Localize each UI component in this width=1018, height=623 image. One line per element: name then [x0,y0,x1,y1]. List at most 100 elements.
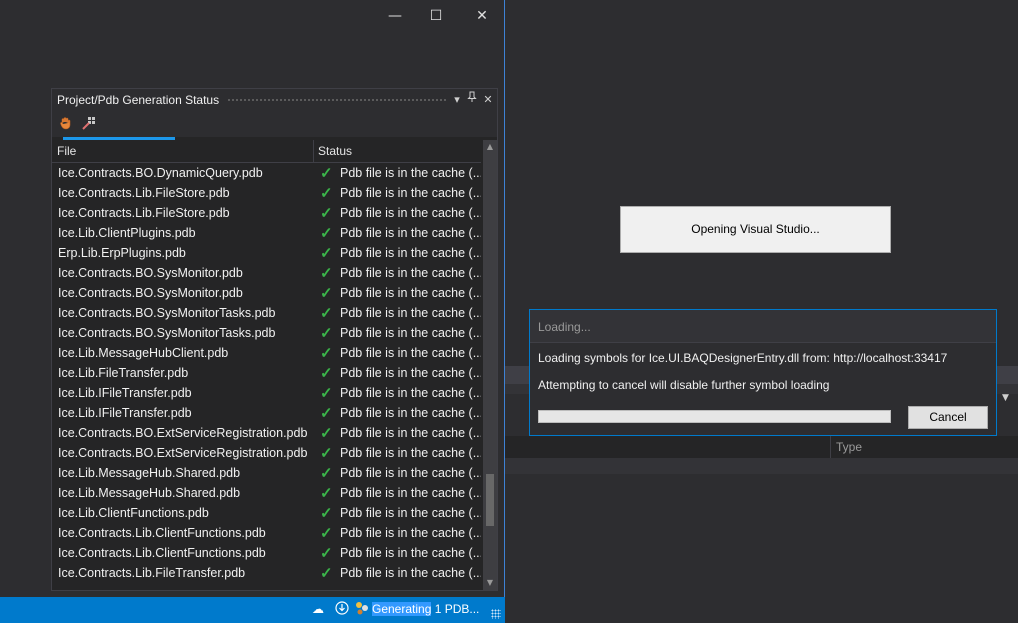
checkmark-icon: ✓ [320,465,333,482]
panel-close-icon[interactable]: ✕ [481,91,495,109]
loading-symbols-dialog: Loading... Loading symbols for Ice.UI.BA… [529,309,997,436]
background-dropdown-icon[interactable]: ▼ [1002,393,1009,403]
checkmark-icon: ✓ [320,185,333,202]
checkmark-icon: ✓ [320,505,333,522]
table-row[interactable]: Ice.Lib.ClientPlugins.pdb ✓ Pdb file is in… [52,223,481,243]
maximize-button[interactable]: ☐ [424,6,448,26]
table-row[interactable]: Ice.Lib.FileTransfer.pdb ✓ Pdb file is in … [52,363,481,383]
table-row[interactable]: Ice.Contracts.Lib.FileStore.pdb ✓ Pdb file… [52,183,481,203]
table-row[interactable]: Ice.Contracts.BO.SysMonitor.pdb ✓ Pdb file… [52,263,481,283]
panel-title: Project/Pdb Generation Status [57,93,220,107]
table-row[interactable]: Ice.Contracts.BO.ExtServiceRegistration.… [52,443,481,463]
file-name: Ice.Contracts.BO.SysMonitor.pdb [58,266,243,280]
table-row[interactable]: Ice.Lib.IFileTransfer.pdb ✓ Pdb file is in… [52,383,481,403]
pin-icon[interactable] [465,91,479,109]
status-text: Pdb file is in the cache (... [340,466,481,480]
table-row[interactable]: Ice.Lib.MessageHub.Shared.pdb ✓ Pdb file i… [52,483,481,503]
checkmark-icon: ✓ [320,265,333,282]
status-text: Pdb file is in the cache (... [340,366,481,380]
status-text: Pdb file is in the cache (... [340,486,481,500]
checkmark-icon: ✓ [320,445,333,462]
panel-drag-grip[interactable] [227,98,447,103]
checkmark-icon: ✓ [320,165,333,182]
panel-options-icon[interactable]: ▾ [450,91,464,109]
status-text: Pdb file is in the cache (... [340,546,481,560]
status-text: Pdb file is in the cache (... [340,406,481,420]
checkmark-icon: ✓ [320,525,333,542]
scroll-thumb[interactable] [486,474,494,526]
status-text: Pdb file is in the cache (... [340,266,481,280]
type-column-header: Type [836,440,863,454]
status-text: Pdb file is in the cache (... [340,206,481,220]
close-button[interactable]: ✕ [470,6,494,26]
loading-progress-bar [538,410,891,423]
status-text-rest: 1 PDB... [431,602,480,616]
checkmark-icon: ✓ [320,205,333,222]
column-divider[interactable] [313,140,314,162]
file-name: Ice.Contracts.BO.ExtServiceRegistration.… [58,426,308,440]
file-name: Ice.Contracts.BO.DynamicQuery.pdb [58,166,263,180]
status-text: Pdb file is in the cache (... [340,246,481,260]
file-name: Ice.Contracts.BO.SysMonitorTasks.pdb [58,326,276,340]
build-icon[interactable] [81,116,97,132]
file-name: Ice.Lib.IFileTransfer.pdb [58,386,192,400]
column-header-status[interactable]: Status [318,144,352,158]
status-text: Pdb file is in the cache (... [340,326,481,340]
resize-grip[interactable] [491,609,501,619]
status-text: Pdb file is in the cache (... [340,226,481,240]
checkmark-icon: ✓ [320,405,333,422]
file-name: Ice.Contracts.Lib.FileTransfer.pdb [58,566,246,580]
file-list: Ice.Contracts.BO.DynamicQuery.pdb ✓ Pdb fi… [52,163,481,583]
checkmark-icon: ✓ [320,245,333,262]
status-text: Pdb file is in the cache (... [340,346,481,360]
file-name: Ice.Lib.MessageHub.Shared.pdb [58,466,241,480]
checkmark-icon: ✓ [320,545,333,562]
table-row[interactable]: Ice.Lib.IFileTransfer.pdb ✓ Pdb file is in… [52,403,481,423]
table-row[interactable]: Ice.Contracts.Lib.FileStore.pdb ✓ Pdb file… [52,203,481,223]
cloud-pdb-icon[interactable]: ☁ [310,601,326,617]
column-header-file[interactable]: File [57,144,76,158]
panel-toolbar [52,111,497,137]
status-text: Pdb file is in the cache (... [340,166,481,180]
minimize-button[interactable]: — [383,6,407,26]
checkmark-icon: ✓ [320,305,333,322]
file-name: Ice.Contracts.BO.SysMonitor.pdb [58,286,243,300]
table-row[interactable]: Erp.Lib.ErpPlugins.pdb ✓ Pdb file is in th… [52,243,481,263]
table-row[interactable]: Ice.Contracts.BO.SysMonitorTasks.pdb ✓ Pdb… [52,323,481,343]
status-bar: ☁ Generating 1 PDB... [0,597,505,623]
checkmark-icon: ✓ [320,285,333,302]
checkmark-icon: ✓ [320,345,333,362]
generating-icon [354,601,370,617]
table-row[interactable]: Ice.Contracts.BO.DynamicQuery.pdb ✓ Pdb fi… [52,163,481,183]
scroll-up-icon[interactable]: ▲ [483,140,497,154]
table-row[interactable]: Ice.Contracts.BO.SysMonitorTasks.pdb ✓ Pdb… [52,303,481,323]
scroll-down-icon[interactable]: ▼ [483,576,497,590]
dialog-title: Loading... [538,320,591,334]
dialog-title-bar: Loading... [530,310,996,343]
file-name: Ice.Lib.ClientPlugins.pdb [58,226,196,240]
table-row[interactable]: Ice.Contracts.Lib.ClientFunctions.pdb ✓ Pd… [52,523,481,543]
file-name: Ice.Lib.ClientFunctions.pdb [58,506,209,520]
table-row[interactable]: Ice.Contracts.Lib.FileTransfer.pdb ✓ Pdb f… [52,563,481,583]
status-text: Pdb file is in the cache (... [340,446,481,460]
cancel-button[interactable]: Cancel [908,406,988,429]
checkmark-icon: ✓ [320,325,333,342]
file-name: Ice.Contracts.Lib.ClientFunctions.pdb [58,526,266,540]
status-text: Pdb file is in the cache (... [340,286,481,300]
table-row[interactable]: Ice.Lib.ClientFunctions.pdb ✓ Pdb file is … [52,503,481,523]
vertical-scrollbar[interactable]: ▲ ▼ [483,140,497,590]
table-row[interactable]: Ice.Contracts.Lib.ClientFunctions.pdb ✓ Pd… [52,543,481,563]
table-row[interactable]: Ice.Lib.MessageHub.Shared.pdb ✓ Pdb file i… [52,463,481,483]
status-text: Pdb file is in the cache (... [340,426,481,440]
vs-window: — ☐ ✕ Project/Pdb Generation Status ▾ ✕ … [0,0,505,623]
status-text: Pdb file is in the cache (... [340,306,481,320]
download-icon[interactable] [334,601,350,617]
stop-hand-icon[interactable] [58,116,74,132]
table-row[interactable]: Ice.Contracts.BO.ExtServiceRegistration.… [52,423,481,443]
table-row[interactable]: Ice.Contracts.BO.SysMonitor.pdb ✓ Pdb file… [52,283,481,303]
opening-visual-studio-notice: Opening Visual Studio... [620,206,891,253]
status-text: Pdb file is in the cache (... [340,566,481,580]
checkmark-icon: ✓ [320,565,333,582]
file-name: Ice.Lib.FileTransfer.pdb [58,366,189,380]
table-row[interactable]: Ice.Lib.MessageHubClient.pdb ✓ Pdb file is… [52,343,481,363]
